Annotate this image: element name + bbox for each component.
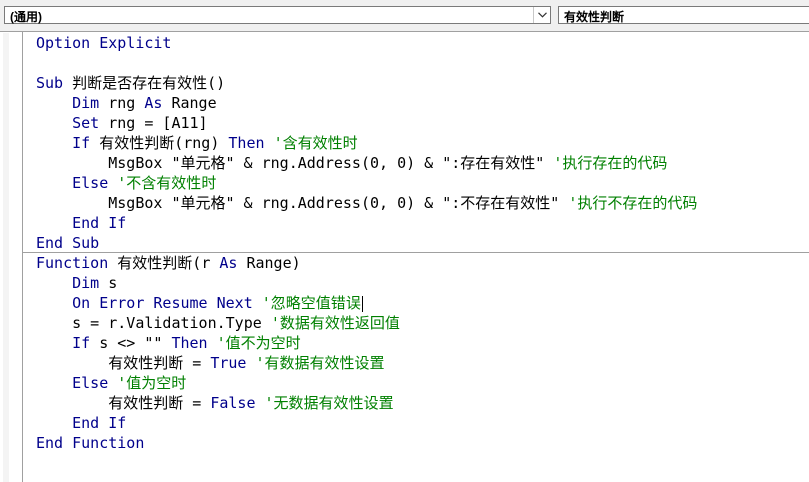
code-text: Range) (246, 254, 301, 272)
code-line[interactable]: Else '不含有效性时 (36, 173, 216, 193)
code-line[interactable]: Set rng = [A11] (36, 113, 208, 133)
code-line[interactable]: MsgBox "单元格" & rng.Address(0, 0) & ":不存在… (36, 193, 697, 213)
code-comment: '不含有效性时 (117, 174, 217, 192)
code-keyword: End Function (36, 434, 145, 452)
code-comment: '执行不存在的代码 (568, 194, 698, 212)
code-keyword: On Error Resume Next (72, 294, 262, 312)
code-line[interactable]: If 有效性判断(rng) Then '含有效性时 (36, 133, 358, 153)
code-line[interactable]: Dim rng As Range (36, 93, 217, 113)
code-keyword: End If (72, 414, 127, 432)
margin-shade (3, 33, 9, 482)
code-comment: '有数据有效性设置 (255, 354, 385, 372)
code-line[interactable]: Else '值为空时 (36, 373, 186, 393)
code-line[interactable]: 有效性判断 = False '无数据有效性设置 (36, 393, 394, 413)
code-text: 有效性判断(r (117, 254, 220, 272)
code-text: MsgBox "单元格" & rng.Address(0, 0) & ":不存在… (36, 194, 569, 212)
code-line[interactable]: 有效性判断 = True '有数据有效性设置 (36, 353, 385, 373)
code-keyword: Else (72, 374, 118, 392)
code-text: s <> "" (99, 334, 172, 352)
code-line[interactable]: End If (36, 213, 126, 233)
code-line[interactable]: If s <> "" Then '值不为空时 (36, 333, 301, 353)
code-text: s = r.Validation.Type (36, 314, 271, 332)
object-combo[interactable]: (通用) (4, 6, 551, 24)
code-line[interactable]: Sub 判断是否存在有效性() (36, 73, 225, 93)
code-text: 判断是否存在有效性() (72, 74, 226, 92)
code-line[interactable]: s = r.Validation.Type '数据有效性返回值 (36, 313, 400, 333)
code-line[interactable]: Option Explicit (36, 33, 171, 53)
code-keyword: False (210, 394, 265, 412)
code-keyword: Set (72, 114, 109, 132)
code-comment: '无数据有效性设置 (264, 394, 394, 412)
code-keyword: Function (36, 254, 118, 272)
code-keyword: If (72, 134, 100, 152)
code-text: MsgBox "单元格" & rng.Address(0, 0) & ":存在有… (36, 154, 554, 172)
code-keyword: As (219, 254, 247, 272)
code-comment: '忽略空值错误 (261, 294, 361, 312)
code-line[interactable]: End If (36, 413, 126, 433)
code-line[interactable]: On Error Resume Next '忽略空值错误 (36, 293, 363, 313)
code-comment: '值不为空时 (216, 334, 301, 352)
procedure-combo[interactable]: 有效性判断 (558, 6, 809, 24)
code-comment: '值为空时 (117, 374, 187, 392)
code-keyword: True (210, 354, 256, 372)
object-combo-value: (通用) (10, 10, 42, 24)
code-keyword: End Sub (36, 234, 100, 252)
code-keyword: As (144, 94, 172, 112)
procedure-separator (23, 252, 809, 253)
code-keyword: Sub (36, 74, 73, 92)
code-text: 有效性判断 = (36, 354, 211, 372)
code-window-toolbar: (通用) 有效性判断 (0, 0, 809, 32)
code-keyword: If (72, 334, 100, 352)
procedure-combo-value: 有效性判断 (564, 10, 625, 24)
code-comment: '执行存在的代码 (553, 154, 668, 172)
chevron-down-icon (537, 12, 547, 18)
code-keyword: Dim (72, 94, 109, 112)
text-caret (361, 295, 363, 312)
code-text: rng (108, 94, 145, 112)
code-keyword: Then (171, 334, 217, 352)
code-keyword: End If (72, 214, 127, 232)
code-text: rng = [A11] (108, 114, 208, 132)
code-keyword: Option Explicit (36, 34, 172, 52)
code-text: 有效性判断 = (36, 394, 211, 412)
code-keyword: Then (228, 134, 274, 152)
code-keyword: Else (72, 174, 118, 192)
code-keyword: Dim (72, 274, 109, 292)
code-text: Range (171, 94, 217, 112)
object-combo-dropdown-button[interactable] (533, 7, 550, 23)
code-comment: '数据有效性返回值 (270, 314, 400, 332)
code-line[interactable]: MsgBox "单元格" & rng.Address(0, 0) & ":存在有… (36, 153, 667, 173)
code-line[interactable]: Function 有效性判断(r As Range) (36, 253, 301, 273)
code-line[interactable]: End Sub (36, 233, 99, 253)
code-line[interactable]: End Function (36, 433, 144, 453)
code-comment: '含有效性时 (273, 134, 358, 152)
code-text: 有效性判断(rng) (99, 134, 229, 152)
code-text: s (108, 274, 118, 292)
code-line[interactable]: Dim s (36, 273, 117, 293)
